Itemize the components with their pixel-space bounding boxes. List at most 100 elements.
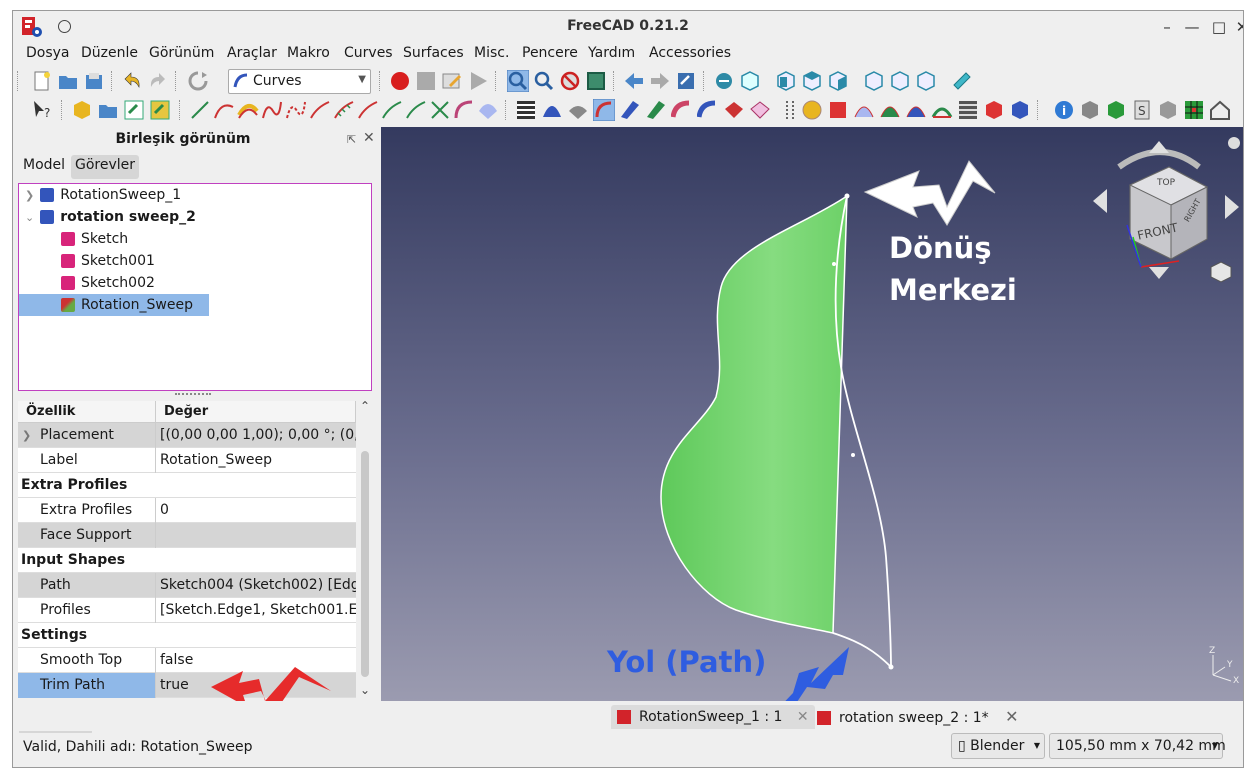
view-rear-icon[interactable] [863,70,885,92]
join-curves-icon[interactable] [381,99,403,121]
scroll-down-icon[interactable]: ⌄ [360,683,370,697]
view-front-icon[interactable] [775,70,797,92]
menu-dosya[interactable]: Dosya [26,45,70,61]
menu-araclar[interactable]: Araçlar [227,45,277,61]
prop-row-label[interactable]: Label Rotation_Sweep [18,448,356,473]
chevron-right-icon[interactable]: ❯ [25,189,34,202]
scrollbar-thumb[interactable] [361,451,369,677]
pipe-shell-icon[interactable] [671,99,693,121]
header-property[interactable]: Özellik [18,401,156,423]
back-icon[interactable] [623,70,645,92]
nav-cube[interactable]: FRONT TOP RIGHT [1093,137,1240,283]
tab-model[interactable]: Model [19,155,69,179]
rotation-sweep-icon[interactable] [593,99,615,121]
dimension-dropdown[interactable]: 105,50 mm x 70,42 mm ▼ [1049,733,1226,759]
send-to-python-icon[interactable] [675,70,697,92]
std-views-icon[interactable] [713,70,735,92]
close-tab-icon[interactable]: ✕ [797,709,809,725]
refresh-icon[interactable] [187,70,209,92]
loft-icon[interactable] [905,99,927,121]
tree-item-sketch002[interactable]: Sketch002 [61,272,155,294]
solid-gray2-icon[interactable] [1157,99,1179,121]
cube-blue-icon[interactable] [1009,99,1031,121]
link-icon[interactable] [123,99,145,121]
property-scrollbar[interactable]: ⌃ ⌄ [358,399,372,697]
tree-item-sketch[interactable]: Sketch [61,228,128,250]
close-panel-icon[interactable]: ✕ [363,130,375,146]
menu-yardim[interactable]: Yardım [588,45,635,61]
bounding-box-icon[interactable] [585,70,607,92]
prop-row-path[interactable]: Path Sketch004 (Sketch002) [Edg... [18,573,356,598]
extrude-icon[interactable] [879,99,901,121]
doc-tab-rotationsweep-1[interactable]: RotationSweep_1 : 1 ✕ [611,705,815,729]
sphere-icon[interactable] [801,99,823,121]
macro-record-icon[interactable] [389,70,411,92]
sweep-icon[interactable] [567,99,589,121]
tree-item-rotationsweep-1[interactable]: ❯ RotationSweep_1 [25,184,181,206]
workbench-selector[interactable]: Curves ▼ [228,69,371,94]
grid-icon[interactable] [1183,99,1205,121]
tree-item-sketch001[interactable]: Sketch001 [61,250,155,272]
doc-tab-rotation-sweep-2[interactable]: rotation sweep_2 : 1* ✕ [811,705,1025,729]
prop-row-profiles[interactable]: Profiles [Sketch.Edge1, Sketch001.E... [18,598,356,623]
close-tab-icon[interactable]: ✕ [1005,707,1018,726]
create-group-icon[interactable] [97,99,119,121]
script-icon[interactable]: S [1131,99,1153,121]
close-window-button[interactable]: ✕ [1231,16,1243,38]
solid-gray-icon[interactable] [1079,99,1101,121]
view-top-icon[interactable] [801,70,823,92]
view-bottom-icon[interactable] [889,70,911,92]
curve-on-surface-icon[interactable] [213,99,235,121]
solid-green-icon[interactable] [1105,99,1127,121]
minimize-dash[interactable]: – [1156,16,1178,38]
redo-icon[interactable] [147,70,169,92]
isocurve-icon[interactable] [541,99,563,121]
menu-curves[interactable]: Curves [344,45,393,61]
approximate-icon[interactable] [261,99,283,121]
forward-icon[interactable] [649,70,671,92]
open-folder-icon[interactable] [57,70,79,92]
whats-this-icon[interactable]: ? [31,99,53,121]
tree-item-rotation-sweep[interactable]: Rotation_Sweep [19,294,209,316]
macro-stop-icon[interactable] [415,70,437,92]
gordon-surface-icon[interactable] [619,99,641,121]
new-document-icon[interactable] [31,70,53,92]
measure-icon[interactable] [951,70,973,92]
menu-gorunum[interactable]: Görünüm [149,45,214,61]
save-icon[interactable] [83,70,105,92]
view-left-icon[interactable] [915,70,937,92]
info-icon[interactable]: i [1053,99,1075,121]
macro-run-icon[interactable] [467,70,489,92]
view-right-icon[interactable] [827,70,849,92]
map-on-face-icon[interactable] [749,99,771,121]
parametric-icon[interactable] [779,99,801,121]
curve-extend-icon[interactable] [357,99,379,121]
pipeshell-profile-icon[interactable] [697,99,719,121]
navigation-style-dropdown[interactable]: ▯ Blender ▼ [951,733,1045,759]
menu-accessories[interactable]: Accessories [649,45,731,61]
reflect-lines-icon[interactable] [931,99,953,121]
header-value[interactable]: Değer [156,401,356,423]
zebra-stripes-icon[interactable] [957,99,979,121]
scroll-up-icon[interactable]: ⌃ [360,399,370,413]
tab-gorevler[interactable]: Görevler [71,155,140,179]
maximize-button[interactable]: □ [1208,16,1230,38]
undo-icon[interactable] [121,70,143,92]
split-curve-icon[interactable] [405,99,427,121]
fit-selection-icon[interactable] [533,70,555,92]
interpolate-icon[interactable] [237,99,259,121]
create-part-icon[interactable] [71,99,93,121]
blend-curve-icon[interactable] [309,99,331,121]
menu-misc[interactable]: Misc. [474,45,509,61]
house-icon[interactable] [1209,99,1231,121]
view-isometric-icon[interactable] [739,70,761,92]
sketch-on-surface-icon[interactable] [645,99,667,121]
zebra-icon[interactable] [515,99,537,121]
draw-style-icon[interactable] [559,70,581,92]
discretize-icon[interactable] [285,99,307,121]
3d-viewport[interactable]: FRONT TOP RIGHT Z Y X Dönüş Merkezi Yol … [381,127,1243,701]
box-red-icon[interactable] [827,99,849,121]
chevron-down-icon[interactable]: ⌄ [25,211,34,224]
tree-item-rotation-sweep-2[interactable]: ⌄ rotation sweep_2 [25,206,196,228]
float-panel-icon[interactable]: ⇱ [347,133,356,146]
